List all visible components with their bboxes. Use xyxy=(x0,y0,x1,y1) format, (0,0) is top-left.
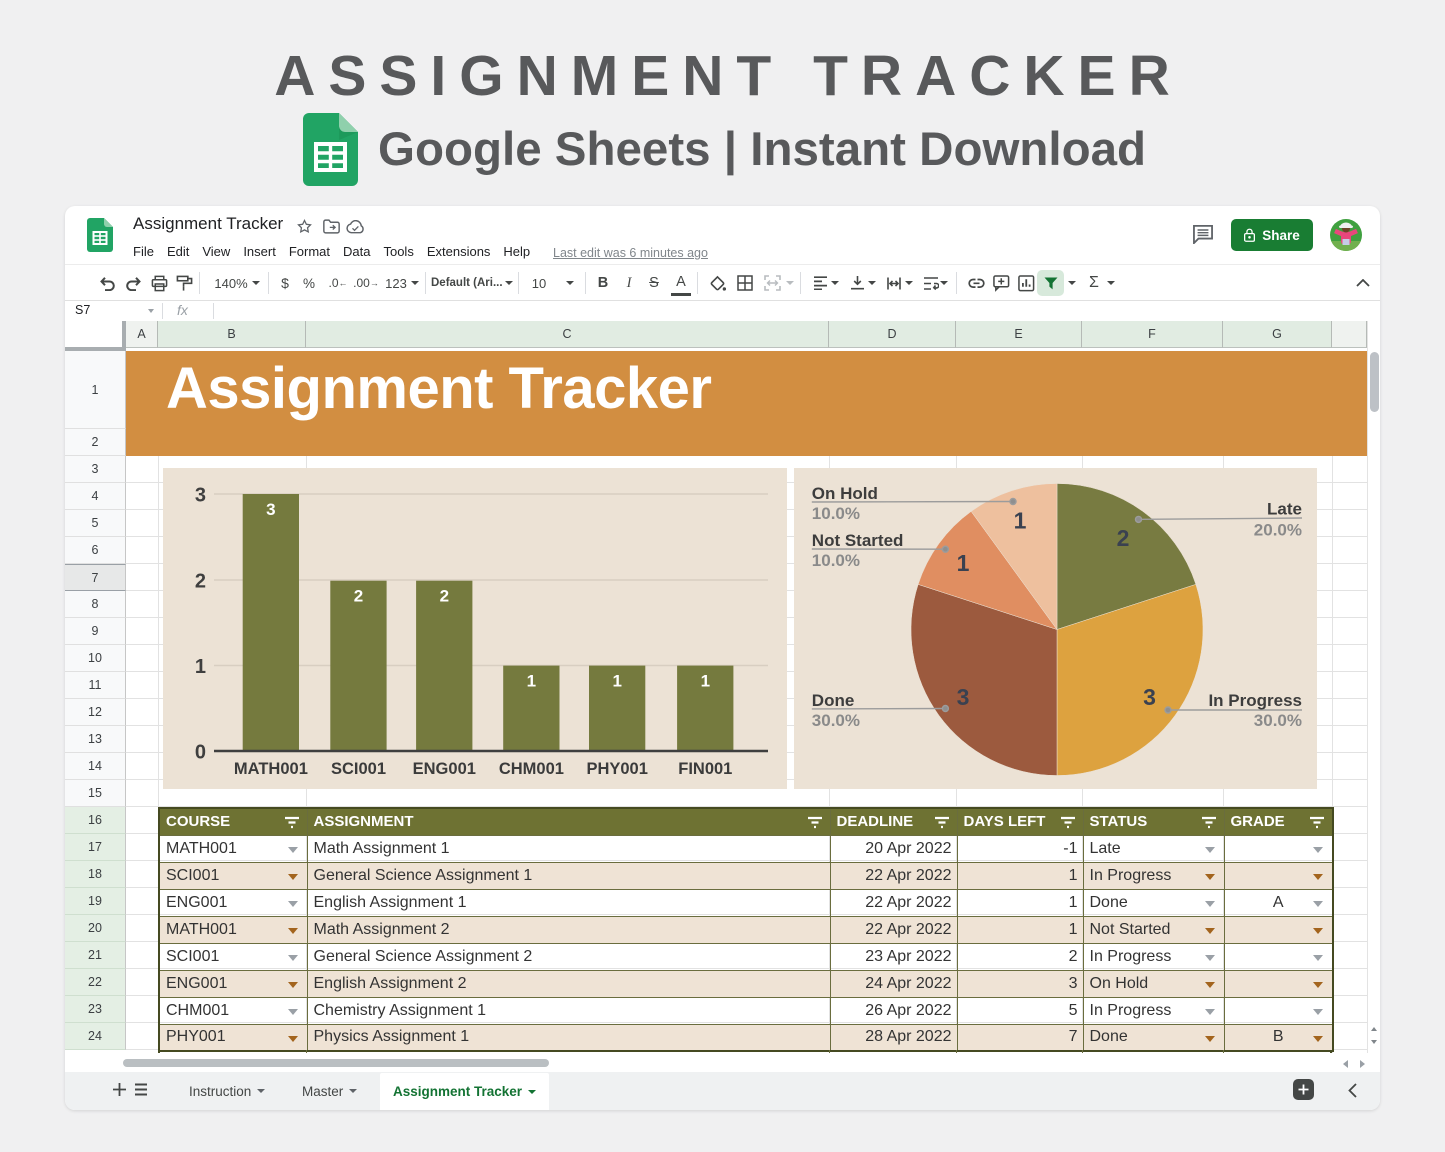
svg-text:PHY001: PHY001 xyxy=(586,760,647,778)
svg-text:10.0%: 10.0% xyxy=(812,504,860,523)
svg-text:Not Started: Not Started xyxy=(812,531,904,550)
svg-text:10.0%: 10.0% xyxy=(812,551,860,570)
svg-text:30.0%: 30.0% xyxy=(812,711,860,730)
svg-text:1: 1 xyxy=(527,672,536,691)
svg-text:1: 1 xyxy=(1014,508,1027,534)
svg-text:3: 3 xyxy=(195,485,206,507)
svg-text:CHM001: CHM001 xyxy=(499,760,564,778)
svg-text:Late: Late xyxy=(1267,500,1302,519)
svg-text:2: 2 xyxy=(440,587,449,606)
svg-text:30.0%: 30.0% xyxy=(1254,711,1302,730)
svg-text:20.0%: 20.0% xyxy=(1254,521,1302,540)
svg-text:2: 2 xyxy=(195,571,206,593)
svg-text:0: 0 xyxy=(195,742,206,764)
svg-text:MATH001: MATH001 xyxy=(234,760,308,778)
svg-text:SCI001: SCI001 xyxy=(331,760,386,778)
svg-text:2: 2 xyxy=(354,587,363,606)
svg-text:3: 3 xyxy=(1143,684,1156,710)
svg-text:ENG001: ENG001 xyxy=(413,760,476,778)
svg-text:In Progress: In Progress xyxy=(1208,691,1302,710)
svg-text:On Hold: On Hold xyxy=(812,484,878,503)
svg-text:3: 3 xyxy=(957,684,970,710)
svg-text:2: 2 xyxy=(1117,525,1130,551)
svg-text:1: 1 xyxy=(195,656,206,678)
svg-text:1: 1 xyxy=(957,550,970,576)
svg-text:Done: Done xyxy=(812,691,855,710)
svg-text:3: 3 xyxy=(266,500,275,519)
svg-text:1: 1 xyxy=(701,672,710,691)
svg-text:FIN001: FIN001 xyxy=(678,760,732,778)
svg-text:1: 1 xyxy=(612,672,621,691)
